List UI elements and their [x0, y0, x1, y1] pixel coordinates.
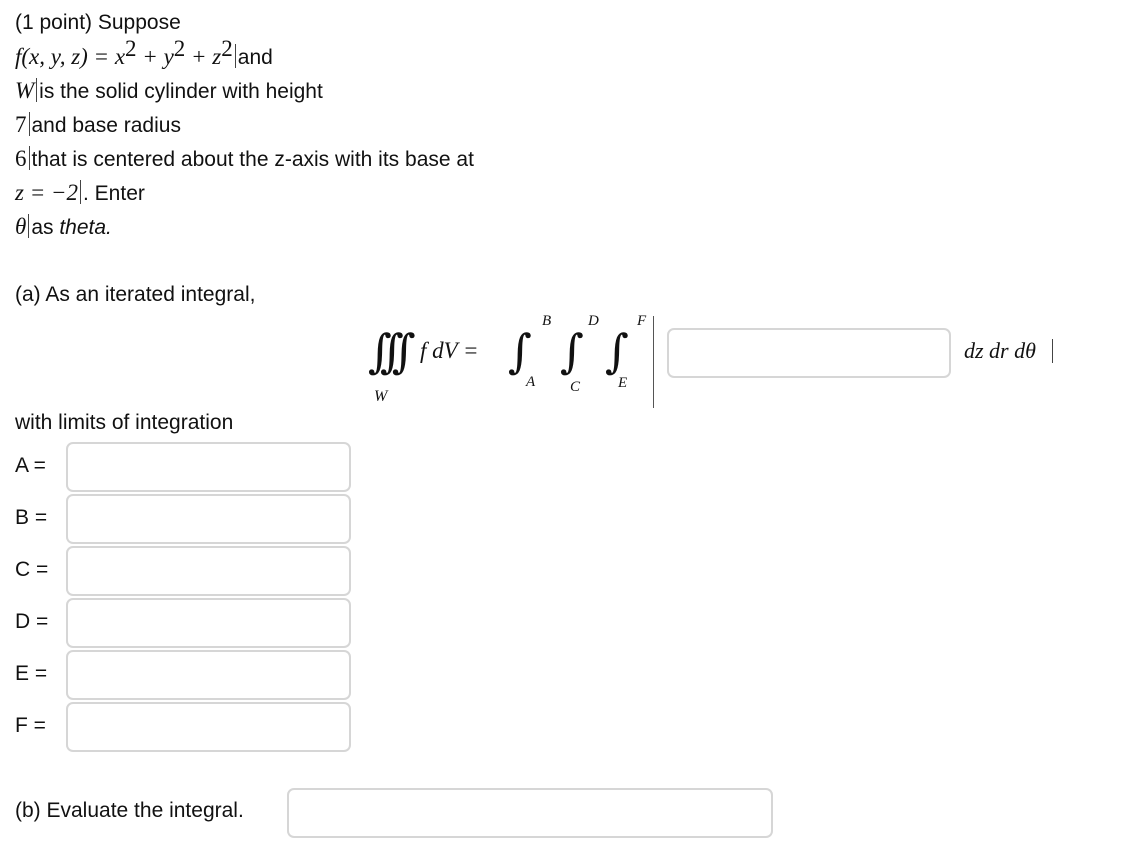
exponent-y: 2 [173, 36, 186, 61]
limit-C: C [570, 379, 581, 395]
limit-B-input[interactable] [66, 494, 351, 544]
text-cursor [653, 316, 654, 408]
problem-intro: (1 point) Suppose [15, 11, 181, 34]
limit-A: A [526, 374, 536, 390]
cylinder-line: Wis the solid cylinder with height [15, 78, 323, 105]
limit-B: B [542, 313, 552, 329]
text-cursor [28, 112, 30, 136]
centered-text: that is centered about the z-axis with i… [31, 148, 474, 171]
field-label-E: E = [15, 662, 48, 685]
limit-D: D [588, 313, 599, 329]
evaluate-integral-input[interactable] [287, 788, 773, 838]
function-z-term: + z [185, 44, 222, 69]
limit-A-input[interactable] [66, 442, 351, 492]
field-label-B: B = [15, 506, 48, 529]
radius-line: 6 that is centered about the z-axis with … [15, 146, 474, 173]
integral-sign-outer: ∫ [508, 324, 532, 378]
theta-word: theta. [59, 216, 112, 239]
enter-text: . Enter [83, 182, 145, 205]
theta-symbol: θ [15, 214, 27, 239]
text-cursor [1052, 339, 1053, 363]
function-lhs: f(x, y, z) = x [15, 44, 126, 69]
base-radius-text: and base radius [31, 114, 181, 137]
limit-E-input[interactable] [66, 650, 351, 700]
as-text: as [31, 216, 54, 239]
radius-value: 6 [15, 146, 27, 171]
cylinder-text: is the solid cylinder with height [39, 80, 323, 103]
limit-F-input[interactable] [66, 702, 351, 752]
triple-integral-symbol: ∫∫∫ [368, 324, 416, 378]
limits-label: with limits of integration [15, 411, 234, 434]
text-cursor [28, 214, 30, 238]
function-y-term: + y [136, 44, 174, 69]
limit-F: F [637, 313, 647, 329]
and-text: and [237, 46, 273, 69]
integral-sign-inner: ∫ [605, 324, 629, 378]
text-cursor [80, 180, 81, 204]
exponent-z: 2 [221, 36, 233, 61]
exponent-x: 2 [125, 36, 137, 61]
region-subscript: W [374, 388, 388, 405]
theta-line: θ as theta. [15, 214, 112, 241]
limit-C-input[interactable] [66, 546, 351, 596]
field-label-C: C = [15, 558, 49, 581]
base-position-line: z = −2. Enter [15, 180, 145, 207]
part-a-label: (a) As an iterated integral, [15, 283, 256, 306]
text-cursor [234, 44, 236, 68]
function-definition: f(x, y, z) = x2 + y2 + z2 and [15, 37, 273, 71]
z-equation: z = −2 [15, 180, 78, 205]
f-dV-text: f dV = [420, 338, 479, 363]
region-W: W [15, 78, 35, 103]
integral-sign-middle: ∫ [560, 324, 584, 378]
height-value: 7 [15, 112, 27, 137]
height-line: 7 and base radius [15, 112, 181, 139]
part-b-label: (b) Evaluate the integral. [15, 799, 244, 822]
text-cursor [36, 78, 38, 102]
field-label-F: F = [15, 714, 46, 737]
limit-D-input[interactable] [66, 598, 351, 648]
integrand-input[interactable] [667, 328, 951, 378]
field-label-D: D = [15, 610, 49, 633]
field-label-A: A = [15, 454, 46, 477]
limit-E: E [618, 375, 628, 391]
text-cursor [28, 146, 30, 170]
differentials: dz dr dθ [964, 338, 1036, 363]
